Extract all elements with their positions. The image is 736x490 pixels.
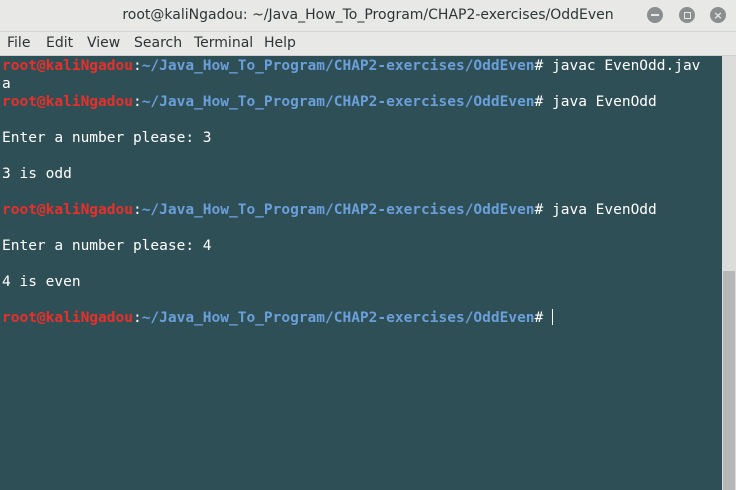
command-wrap-text: a <box>2 76 11 92</box>
prompt-path: ~/Java_How_To_Program/CHAP2-exercises/Od… <box>141 310 535 326</box>
prompt-sep: : <box>132 310 142 326</box>
title-bar[interactable]: root@kaliNgadou: ~/Java_How_To_Program/C… <box>0 0 736 32</box>
prompt-symbol: # <box>534 202 552 218</box>
menu-edit[interactable]: Edit <box>46 35 73 51</box>
menu-file[interactable]: File <box>7 35 30 51</box>
terminal-line: root@kaliNgadou:~/Java_How_To_Program/CH… <box>2 201 657 219</box>
prompt-path: ~/Java_How_To_Program/CHAP2-exercises/Od… <box>141 58 535 74</box>
terminal-line: root@kaliNgadou:~/Java_How_To_Program/CH… <box>2 309 553 327</box>
minimize-button[interactable] <box>647 7 663 23</box>
vertical-scrollbar[interactable] <box>722 56 736 490</box>
prompt-user: root@kaliNgadou <box>2 202 133 218</box>
menu-search[interactable]: Search <box>134 35 182 51</box>
prompt-path: ~/Java_How_To_Program/CHAP2-exercises/Od… <box>141 202 535 218</box>
terminal-output: 4 is even <box>2 274 81 290</box>
command-text: javac EvenOdd.jav <box>552 58 701 74</box>
prompt-sep: : <box>132 58 142 74</box>
close-button[interactable]: × <box>710 7 726 23</box>
menu-bar: File Edit View Search Terminal Help <box>0 32 736 56</box>
command-text: java EvenOdd <box>552 202 657 218</box>
terminal-output: 3 is odd <box>2 166 72 182</box>
prompt-sep: : <box>132 202 142 218</box>
prompt-user: root@kaliNgadou <box>2 94 133 110</box>
command-text: java EvenOdd <box>552 94 657 110</box>
prompt-sep: : <box>132 94 142 110</box>
terminal-output: Enter a number please: 4 <box>2 238 212 254</box>
maximize-button[interactable] <box>679 7 695 23</box>
minimize-icon <box>651 14 659 16</box>
prompt-symbol: # <box>534 58 552 74</box>
maximize-icon <box>683 11 691 19</box>
terminal-area[interactable]: root@kaliNgadou:~/Java_How_To_Program/CH… <box>0 56 722 490</box>
terminal-output: Enter a number please: 3 <box>2 130 212 146</box>
prompt-path: ~/Java_How_To_Program/CHAP2-exercises/Od… <box>141 94 535 110</box>
close-icon: × <box>713 8 723 22</box>
prompt-symbol: # <box>534 310 552 326</box>
prompt-user: root@kaliNgadou <box>2 310 133 326</box>
text-cursor <box>552 309 553 325</box>
menu-help[interactable]: Help <box>264 35 296 51</box>
prompt-user: root@kaliNgadou <box>2 58 133 74</box>
terminal-line: a <box>2 75 11 93</box>
terminal-line: root@kaliNgadou:~/Java_How_To_Program/CH… <box>2 93 657 111</box>
window-title: root@kaliNgadou: ~/Java_How_To_Program/C… <box>122 7 614 23</box>
prompt-symbol: # <box>534 94 552 110</box>
menu-terminal[interactable]: Terminal <box>194 35 253 51</box>
terminal-line: root@kaliNgadou:~/Java_How_To_Program/CH… <box>2 57 700 75</box>
scrollbar-thumb[interactable] <box>723 271 735 490</box>
menu-view[interactable]: View <box>87 35 120 51</box>
